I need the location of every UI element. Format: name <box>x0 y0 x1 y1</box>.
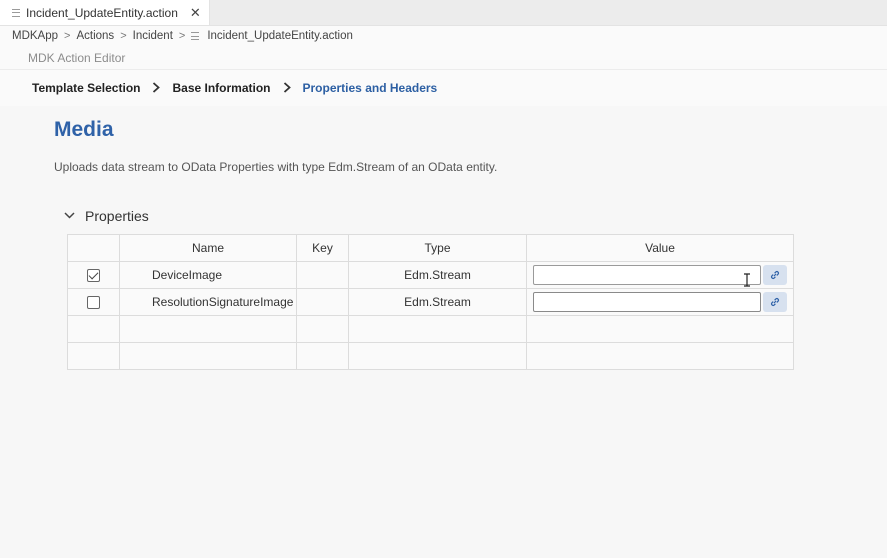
header-type: Type <box>348 234 527 262</box>
breadcrumb-item-incident[interactable]: Incident <box>133 30 173 42</box>
editor-tab-bar: Incident_UpdateEntity.action ✕ <box>0 0 887 26</box>
table-row-empty <box>67 315 794 343</box>
row-checkbox[interactable] <box>87 296 100 310</box>
close-icon[interactable]: ✕ <box>190 5 201 21</box>
chevron-right-icon <box>152 80 161 96</box>
breadcrumb-item-file[interactable]: Incident_UpdateEntity.action <box>207 30 353 42</box>
breadcrumb-item-mdkapp[interactable]: MDKApp <box>12 30 58 42</box>
chevron-right-icon: > <box>64 30 71 42</box>
main-content: Media Uploads data stream to OData Prope… <box>0 118 887 224</box>
header-key: Key <box>296 234 349 262</box>
breadcrumb: MDKApp > Actions > Incident > Incident_U… <box>0 26 887 46</box>
file-icon <box>12 8 20 17</box>
row-name: ResolutionSignatureImage <box>119 288 297 316</box>
table-row-empty <box>67 342 794 370</box>
breadcrumb-item-actions[interactable]: Actions <box>76 30 114 42</box>
page-description: Uploads data stream to OData Properties … <box>54 160 498 174</box>
value-input[interactable] <box>533 292 761 312</box>
text-cursor-icon <box>744 273 750 287</box>
row-key <box>296 261 349 289</box>
page-title: Media <box>54 118 114 141</box>
file-icon <box>191 32 200 40</box>
row-checkbox[interactable] <box>87 269 100 283</box>
header-select <box>67 234 120 262</box>
row-type: Edm.Stream <box>348 288 527 316</box>
header-name: Name <box>119 234 297 262</box>
row-key <box>296 288 349 316</box>
editor-tab[interactable]: Incident_UpdateEntity.action ✕ <box>0 0 210 25</box>
chevron-right-icon <box>283 80 291 96</box>
link-icon[interactable] <box>763 265 787 285</box>
chevron-right-icon: > <box>178 30 186 42</box>
section-title: Properties <box>85 208 149 224</box>
table-row: ResolutionSignatureImage Edm.Stream <box>67 288 794 316</box>
wizard-steps: Template Selection Base Information Prop… <box>0 70 887 106</box>
row-type: Edm.Stream <box>348 261 527 289</box>
chevron-down-icon[interactable] <box>64 210 75 222</box>
value-input[interactable] <box>533 265 761 285</box>
table-row: DeviceImage Edm.Stream <box>67 261 794 289</box>
properties-section-header[interactable]: Properties <box>64 208 887 224</box>
editor-title: MDK Action Editor <box>0 46 887 70</box>
wizard-step-template-selection[interactable]: Template Selection <box>32 81 140 95</box>
link-icon[interactable] <box>763 292 787 312</box>
row-name: DeviceImage <box>119 261 297 289</box>
tab-filename[interactable]: Incident_UpdateEntity.action <box>26 6 178 20</box>
chevron-right-icon: > <box>120 30 127 42</box>
wizard-step-base-information[interactable]: Base Information <box>172 81 270 95</box>
header-value: Value <box>526 234 794 262</box>
wizard-step-properties-and-headers[interactable]: Properties and Headers <box>303 81 438 95</box>
table-header-row: Name Key Type Value <box>67 234 794 262</box>
properties-table: Name Key Type Value DeviceImage Edm.Stre… <box>67 234 794 370</box>
